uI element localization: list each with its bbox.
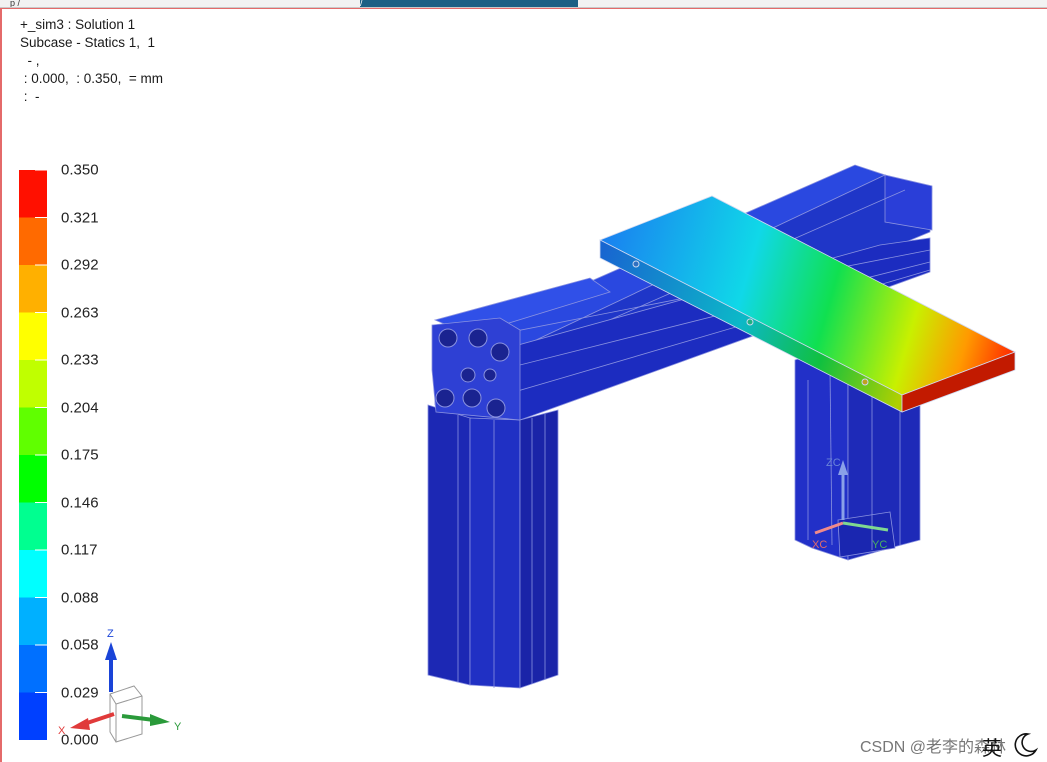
triad-z-label: Z [107,628,114,640]
ime-mode-char: 英 [982,738,1002,760]
result-type: - , [20,53,40,68]
result-range: : 0.000, : 0.350, = mm [20,71,163,86]
legend-band [19,217,47,266]
ime-indicator[interactable]: 英 [978,730,1044,760]
triad-x-label: X [58,725,66,737]
legend-label: 0.350 [61,161,99,179]
result-title: +_sim3 : Solution 1 [20,17,136,32]
legend-label: 0.088 [61,589,99,606]
legend-band [19,645,47,693]
triad-xc-label: XC [812,539,827,551]
legend-label: 0.146 [61,494,99,511]
legend-band [19,692,47,740]
legend-band [19,312,47,361]
legend-band [19,265,47,313]
legend-band [19,455,47,503]
contour-legend-bar [19,170,47,740]
legend-label: 0.175 [61,446,99,464]
profile-end-face [431,317,521,421]
left-legs [427,404,559,689]
legend-label: 0.233 [61,351,99,369]
moon-icon [1014,733,1039,757]
result-coords: : - [20,89,40,104]
legend-band [19,550,47,598]
result-info-header: +_sim3 : Solution 1 Subcase - Statics 1,… [20,16,163,106]
legend-label: 0.117 [61,541,98,559]
legend-label: 0.321 [61,209,99,226]
legend-band [19,170,47,218]
view-triad: Z X Y [58,628,182,743]
legend-label: 0.204 [61,399,99,416]
legend-band [19,407,47,456]
legend-band [19,360,47,408]
legend-band [19,597,47,646]
result-subcase: Subcase - Statics 1, 1 [20,35,156,50]
legend-band [19,502,47,551]
legend-label: 0.292 [61,256,99,274]
triad-y-label: Y [174,721,182,733]
triad-zc-label: ZC [826,457,841,469]
triad-yc-label: YC [872,539,887,551]
legend-label: 0.263 [61,304,99,321]
